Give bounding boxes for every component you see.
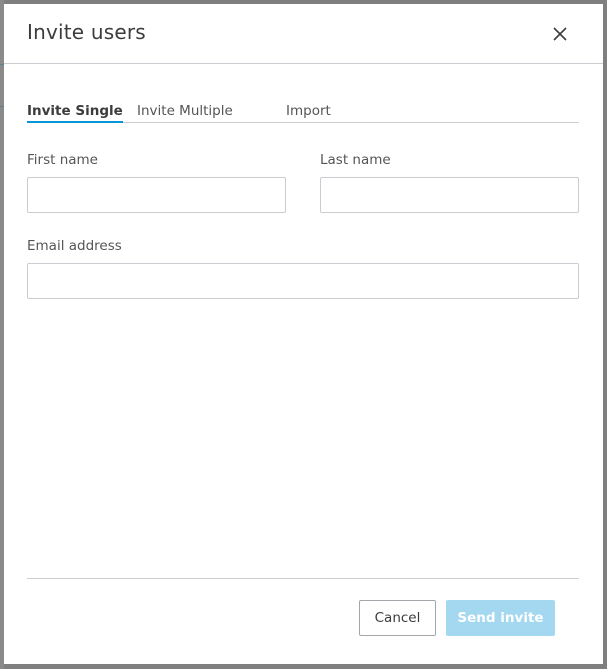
close-button[interactable] (548, 22, 572, 46)
email-address-input[interactable] (27, 263, 579, 299)
dialog-title: Invite users (27, 20, 146, 44)
footer-divider (27, 578, 579, 579)
tab-invite-single[interactable]: Invite Single (27, 100, 123, 123)
dialog-header: Invite users (4, 4, 603, 64)
cancel-button[interactable]: Cancel (359, 600, 436, 636)
tab-import[interactable]: Import (286, 100, 331, 122)
first-name-input[interactable] (27, 177, 286, 213)
close-icon (553, 27, 567, 41)
email-address-label: Email address (27, 238, 122, 254)
tab-invite-multiple[interactable]: Invite Multiple (137, 100, 233, 122)
invite-users-dialog: Invite users Invite Single Invite Multip… (4, 4, 603, 664)
last-name-label: Last name (320, 152, 391, 168)
last-name-input[interactable] (320, 177, 579, 213)
send-invite-button[interactable]: Send invite (446, 600, 555, 636)
invite-tabs: Invite Single Invite Multiple Import (27, 98, 579, 123)
first-name-label: First name (27, 152, 98, 168)
